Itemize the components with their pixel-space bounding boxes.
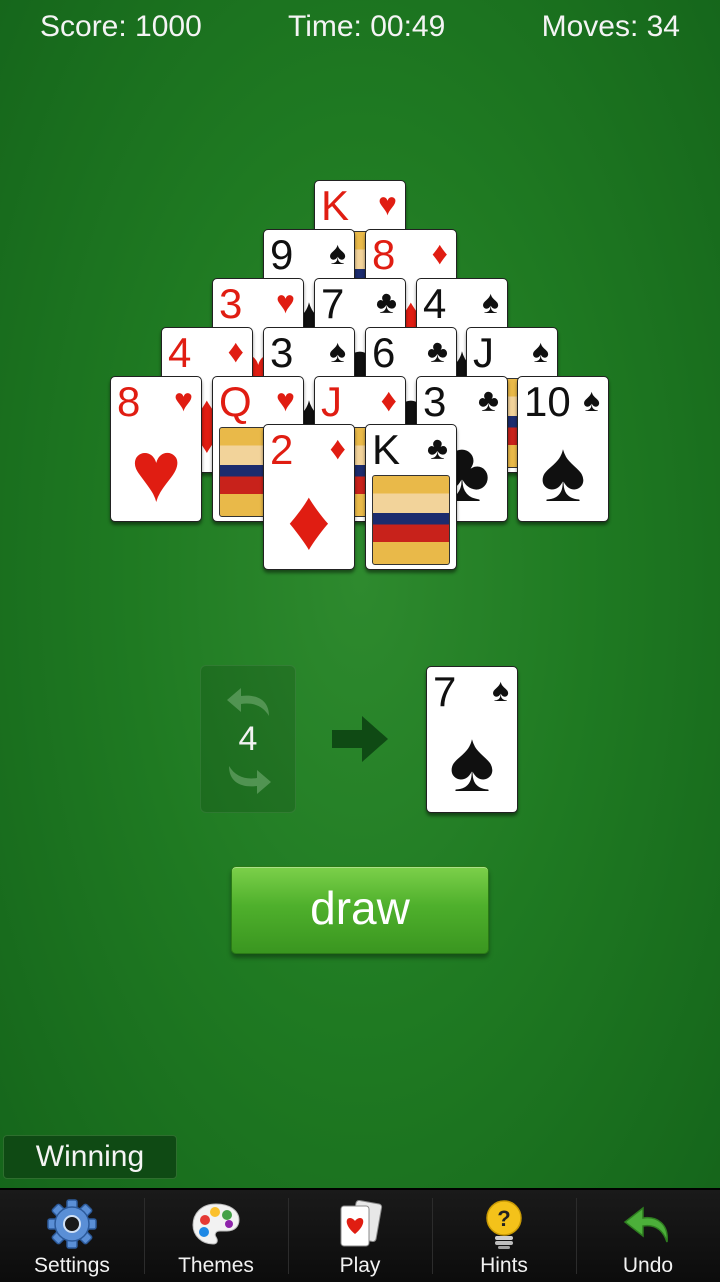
card-suit: ♥ [174, 382, 193, 418]
moves-label: Moves: 34 [541, 10, 680, 43]
undo-label: Undo [622, 1254, 674, 1277]
undo-button[interactable]: Undo [576, 1190, 720, 1282]
card-rank: 2 [270, 426, 294, 473]
card-rank: K [372, 426, 401, 473]
card-suit: ♥ [276, 382, 295, 418]
card-suit: ♠ [329, 333, 346, 369]
waste-card[interactable]: 7 ♠ ♠ [426, 666, 518, 813]
recycle-up-arrow-icon [227, 688, 269, 716]
card-suit: ♣ [427, 430, 448, 466]
card-rank: 6 [372, 329, 396, 376]
pyramid-card[interactable]: 2 ♦ ♦ [263, 424, 355, 570]
card-suit: ♦ [380, 382, 397, 418]
themes-button[interactable]: Themes [144, 1190, 288, 1282]
bottom-toolbar: Settings Themes Play ? Hints Undo [0, 1188, 720, 1282]
card-suit: ♣ [478, 382, 499, 418]
palette-icon [192, 1203, 240, 1245]
card-rank: 4 [168, 329, 192, 376]
card-rank: 7 [321, 280, 345, 327]
card-suit: ♠ [532, 333, 549, 369]
card-rank: 8 [117, 378, 141, 425]
hints-label: Hints [480, 1254, 528, 1277]
card-suit: ♠ [583, 382, 600, 418]
card-rank: J [321, 378, 342, 425]
time-label: Time: 00:49 [288, 10, 446, 43]
card-suit: ♦ [227, 333, 244, 369]
pyramid-card[interactable]: 8 ♥ ♥ [110, 376, 202, 522]
draw-button[interactable]: draw [231, 866, 489, 954]
card-rank: 8 [372, 231, 396, 278]
stock-count: 4 [238, 720, 258, 758]
card-rank: 9 [270, 231, 294, 278]
card-suit: ♠ [492, 672, 509, 708]
card-rank: 3 [423, 378, 447, 425]
card-rank: 4 [423, 280, 447, 327]
card-suit-large: ♠ [540, 424, 586, 520]
lightbulb-icon: ? [486, 1200, 522, 1249]
card-rank: J [473, 329, 494, 376]
card-suit: ♣ [376, 284, 397, 320]
themes-label: Themes [178, 1254, 254, 1277]
card-suit-large: ♥ [130, 424, 182, 520]
card-suit: ♥ [276, 284, 295, 320]
pyramid-card[interactable]: K ♣ [365, 424, 457, 570]
card-rank: 7 [433, 668, 457, 715]
card-suit: ♥ [378, 186, 397, 222]
card-suit: ♦ [329, 430, 346, 466]
status-badge: Winning [3, 1135, 177, 1179]
stock-pile[interactable]: 4 [200, 665, 296, 813]
card-suit-large: ♦ [287, 472, 331, 568]
arrow-right-icon [332, 716, 388, 762]
score-label: Score: 1000 [40, 10, 202, 43]
svg-text:?: ? [497, 1206, 510, 1231]
card-suit: ♠ [482, 284, 499, 320]
card-rank: Q [219, 378, 252, 425]
recycle-down-arrow-icon [229, 766, 271, 794]
hints-button[interactable]: ? Hints [432, 1190, 576, 1282]
card-rank: 10 [524, 378, 571, 425]
undo-arrow-icon [623, 1206, 668, 1243]
card-suit-large: ♠ [449, 714, 495, 810]
card-suit: ♠ [329, 235, 346, 271]
gear-icon [47, 1199, 97, 1249]
card-suit: ♣ [427, 333, 448, 369]
settings-label: Settings [34, 1254, 110, 1277]
card-suit: ♦ [431, 235, 448, 271]
card-rank: 3 [270, 329, 294, 376]
cards-icon [340, 1200, 383, 1247]
top-hud: Score: 1000 Time: 00:49 Moves: 34 [0, 10, 720, 54]
face-card-portrait [372, 475, 450, 565]
pyramid-card[interactable]: 10 ♠ ♠ [517, 376, 609, 522]
settings-button[interactable]: Settings [0, 1190, 144, 1282]
card-rank: K [321, 182, 350, 229]
card-rank: 3 [219, 280, 243, 327]
play-button[interactable]: Play [288, 1190, 432, 1282]
play-label: Play [339, 1254, 381, 1277]
